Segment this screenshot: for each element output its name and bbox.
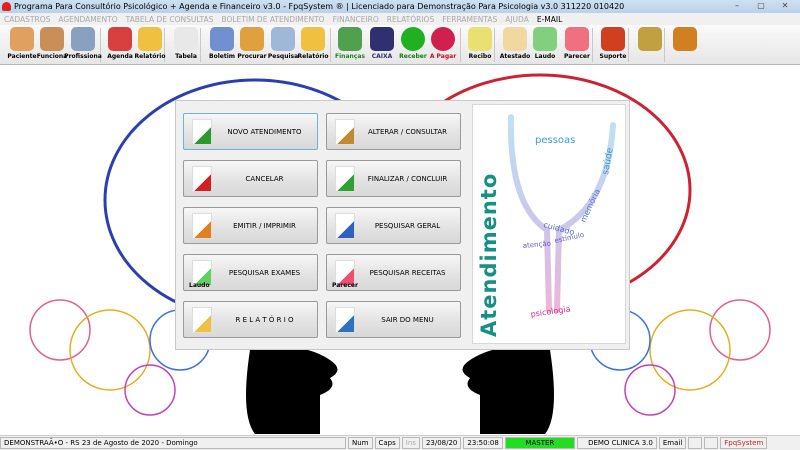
- company-name: DEMO CLINICA 3.0: [576, 437, 657, 449]
- new-doc-plus-icon: [192, 119, 212, 145]
- toolbar-button-parecer[interactable]: Parecer: [561, 27, 593, 63]
- finance-icon: [338, 27, 362, 51]
- coin-icon: [638, 27, 662, 51]
- head-silhouette-left: [246, 346, 338, 434]
- folder-icon: [240, 27, 264, 51]
- word-psicologia: psicologia: [530, 304, 571, 319]
- doctor-icon: [71, 27, 95, 51]
- status-date: 23/08/20: [421, 437, 462, 449]
- toolbar-button-coin[interactable]: [634, 27, 666, 63]
- menu-item-financeiro[interactable]: FINANCEIRO: [333, 15, 379, 24]
- button-emitir-imprimir[interactable]: EMITIR / IMPRIMIR: [183, 207, 318, 244]
- pay-dollar-icon: [431, 27, 455, 51]
- toolbar-button-relat-rio[interactable]: Relatório: [297, 27, 329, 63]
- title-bar: Programa Para Consultório Psicológico + …: [0, 0, 800, 13]
- patient-icon: [10, 27, 34, 51]
- printer-icon: [138, 27, 162, 51]
- toolbar-button-a-pagar[interactable]: A Pagar: [427, 27, 459, 63]
- employee-icon: [40, 27, 64, 51]
- printer-icon: [192, 307, 212, 333]
- report-icon: [533, 27, 557, 51]
- status-time: 23:50:08: [463, 437, 503, 449]
- button-sair-do-menu[interactable]: SAIR DO MENU: [326, 301, 461, 338]
- button-icon-caption: Parecer: [332, 282, 358, 289]
- exit-door-icon: [673, 27, 697, 51]
- email-button[interactable]: Email: [658, 437, 687, 449]
- printer-icon[interactable]: [688, 437, 703, 449]
- toolbar-label: Suporte: [599, 53, 627, 60]
- menu-item-relat-rios[interactable]: RELATÓRIOS: [387, 15, 434, 24]
- toolbar-button-tabela[interactable]: Tabela: [170, 27, 202, 63]
- receipt-icon: [468, 27, 492, 51]
- toolbar: Paciente Funciona Profissiona Agenda Relatór…: [0, 25, 800, 65]
- calendar-icon: [108, 27, 132, 51]
- toolbar-button-relat-rio[interactable]: Relatório: [134, 27, 166, 63]
- user-badge: MASTER: [504, 437, 575, 449]
- printer-icon: [301, 27, 325, 51]
- toolbar-button-suporte[interactable]: Suporte: [597, 27, 629, 63]
- button-cancelar[interactable]: CANCELAR: [183, 160, 318, 197]
- maximize-button[interactable]: ▢: [750, 0, 772, 11]
- check-doc-icon: [335, 166, 355, 192]
- support-icon: [601, 27, 625, 51]
- search-general-icon: [335, 213, 355, 239]
- bulletin-icon: [210, 27, 234, 51]
- insert-indicator: Ins: [401, 437, 420, 449]
- exit-menu-icon: [335, 307, 355, 333]
- caps-lock-indicator: Caps: [374, 437, 400, 449]
- num-lock-indicator: Num: [348, 437, 373, 449]
- button-pesquisar-exames[interactable]: PESQUISAR EXAMES Laudo: [183, 254, 318, 291]
- brand-label: FpqSystem: [720, 437, 768, 449]
- cancel-doc-icon: [192, 166, 212, 192]
- status-date-text: DEMONSTRAÃ•O - RS 23 de Agosto de 2020 -…: [0, 437, 346, 449]
- table-doc-icon: [174, 27, 198, 51]
- menu-bar: CADASTROS AGENDAMENTO TABELA DE CONSULTAS B…: [0, 13, 800, 25]
- minimize-button[interactable]: –: [726, 0, 748, 11]
- opinion-icon: [565, 27, 589, 51]
- head-silhouette-right: [462, 346, 554, 434]
- button-pesquisar-geral[interactable]: PESQUISAR GERAL: [326, 207, 461, 244]
- menu-item-email[interactable]: E-MAIL: [537, 15, 562, 24]
- word-memoria: memória: [578, 187, 602, 224]
- psychology-image: Atendimento pessoas saúde memória psicol…: [472, 104, 626, 344]
- menu-item-ajuda[interactable]: AJUDA: [505, 15, 529, 24]
- toolbar-button-profissiona[interactable]: Profissiona: [64, 27, 102, 63]
- toolbar-button-exit-door[interactable]: [669, 27, 701, 63]
- receive-dollar-icon: [401, 27, 425, 51]
- menu-item-cadastros[interactable]: CADASTROS: [4, 15, 50, 24]
- menu-item-agendamento[interactable]: AGENDAMENTO: [58, 15, 117, 24]
- window-title: Programa Para Consultório Psicológico + …: [14, 2, 625, 11]
- menu-item-ferramentas[interactable]: FERRAMENTAS: [442, 15, 497, 24]
- cashbook-icon: [370, 27, 394, 51]
- psi-wordcloud-icon: pessoas saúde memória psicologia cuidado…: [507, 114, 616, 319]
- word-saude: saúde: [601, 147, 616, 176]
- button-finalizar-concluir[interactable]: FINALIZAR / CONCLUIR: [326, 160, 461, 197]
- status-bar: DEMONSTRAÃ•O - RS 23 de Agosto de 2020 -…: [0, 435, 800, 450]
- certificate-icon: [503, 27, 527, 51]
- button-novo-atendimento[interactable]: NOVO ATENDIMENTO: [183, 113, 318, 150]
- word-pessoas: pessoas: [535, 135, 575, 146]
- menu-item-boletim-de-atendimento[interactable]: BOLETIM DE ATENDIMENTO: [221, 15, 324, 24]
- app-icon: [2, 2, 11, 11]
- search-doc-icon: [271, 27, 295, 51]
- calculator-icon[interactable]: [704, 437, 719, 449]
- pencil-doc-icon: [335, 119, 355, 145]
- button-icon-caption: Laudo: [189, 282, 210, 289]
- menu-item-tabela-de-consultas[interactable]: TABELA DE CONSULTAS: [126, 15, 214, 24]
- button-alterar-consultar[interactable]: ALTERAR / CONSULTAR: [326, 113, 461, 150]
- close-button[interactable]: ✕: [774, 0, 796, 11]
- emit-person-icon: [192, 213, 212, 239]
- button-r-e-l-a-t-r-i-o[interactable]: R E L A T Ó R I O: [183, 301, 318, 338]
- button-pesquisar-receitas[interactable]: PESQUISAR RECEITAS Parecer: [326, 254, 461, 291]
- toolbar-button-recibo[interactable]: Recibo: [464, 27, 496, 63]
